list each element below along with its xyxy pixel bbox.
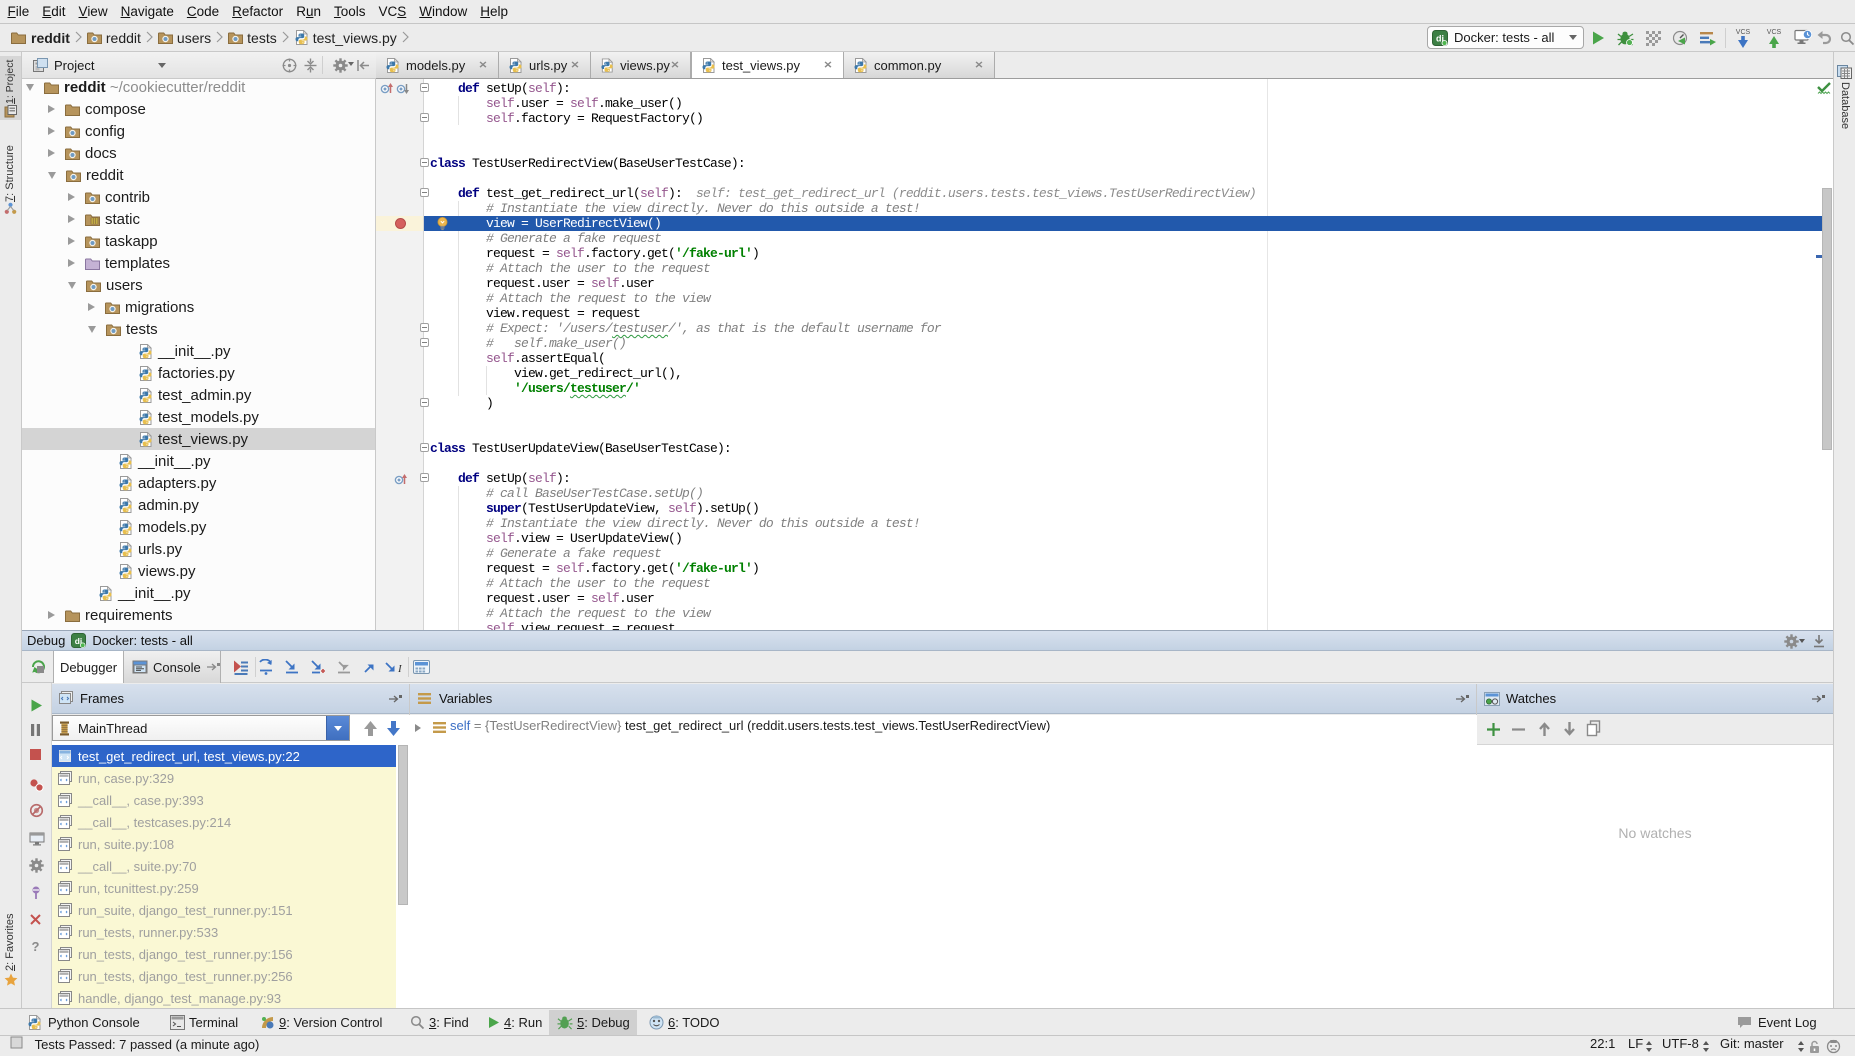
svg-text:I: I: [397, 663, 403, 675]
svg-text:VCS: VCS: [1736, 29, 1751, 36]
svg-text:?: ?: [32, 940, 40, 954]
svg-text:VCS: VCS: [1767, 29, 1782, 36]
